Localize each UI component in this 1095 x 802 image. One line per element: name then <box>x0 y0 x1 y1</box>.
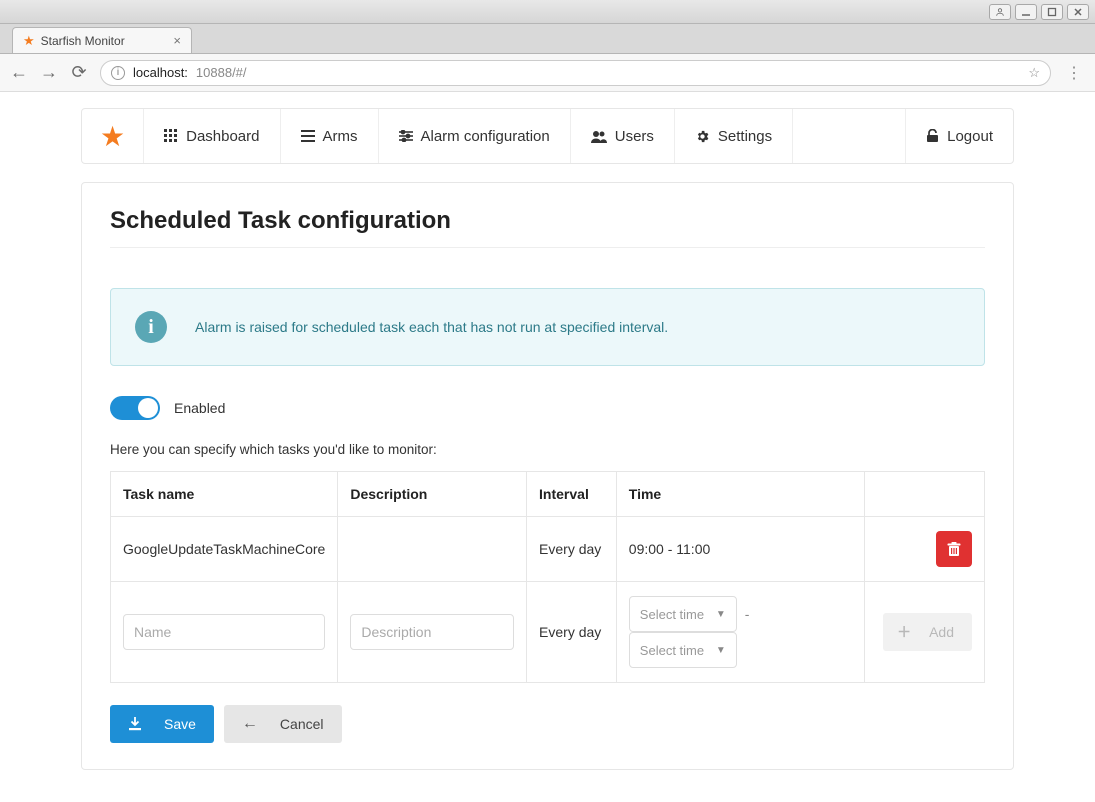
save-label: Save <box>164 716 196 732</box>
delete-button[interactable] <box>936 531 972 567</box>
nav-dashboard[interactable]: Dashboard <box>144 109 280 163</box>
new-task-time-from[interactable]: Select time ▼ <box>629 596 737 632</box>
th-time: Time <box>616 472 864 517</box>
reload-button[interactable]: ⟳ <box>70 62 88 83</box>
viewport: ★ Dashboard Arms Alarm configuration <box>0 92 1095 802</box>
time-separator: - <box>745 606 750 622</box>
nav-arms[interactable]: Arms <box>281 109 379 163</box>
info-callout: i Alarm is raised for scheduled task eac… <box>110 288 985 366</box>
browser-menu-button[interactable]: ⋮ <box>1063 63 1085 83</box>
tab-close-icon[interactable]: × <box>173 33 181 48</box>
cell-interval: Every day <box>527 517 617 582</box>
nav-label: Users <box>615 128 654 145</box>
th-task-name: Task name <box>111 472 338 517</box>
browser-tabstrip: ★ Starfish Monitor × <box>0 24 1095 54</box>
nav-alarm-config[interactable]: Alarm configuration <box>379 109 571 163</box>
cell-time: 09:00 - 11:00 <box>616 517 864 582</box>
nav-users[interactable]: Users <box>571 109 675 163</box>
new-task-interval: Every day <box>527 582 617 683</box>
logo[interactable]: ★ <box>82 109 144 163</box>
cell-description <box>338 517 527 582</box>
os-maximize-button[interactable] <box>1041 4 1063 20</box>
new-task-time-to[interactable]: Select time ▼ <box>629 632 737 668</box>
tasks-table: Task name Description Interval Time Goog… <box>110 471 985 683</box>
info-icon: i <box>111 66 125 80</box>
table-row: GoogleUpdateTaskMachineCore Every day 09… <box>111 517 985 582</box>
url-host: localhost: <box>133 65 188 80</box>
th-interval: Interval <box>527 472 617 517</box>
cancel-label: Cancel <box>280 716 324 732</box>
chevron-down-icon: ▼ <box>716 609 726 620</box>
browser-tab[interactable]: ★ Starfish Monitor × <box>12 27 192 53</box>
nav-label: Arms <box>323 128 358 145</box>
os-close-button[interactable] <box>1067 4 1089 20</box>
help-text: Here you can specify which tasks you'd l… <box>110 442 985 457</box>
nav-label: Alarm configuration <box>421 128 550 145</box>
th-description: Description <box>338 472 527 517</box>
add-label: Add <box>929 624 954 640</box>
os-minimize-button[interactable] <box>1015 4 1037 20</box>
back-button[interactable]: ← <box>10 62 28 83</box>
nav-label: Dashboard <box>186 128 259 145</box>
nav-label: Logout <box>947 128 993 145</box>
chevron-down-icon: ▼ <box>716 645 726 656</box>
th-actions <box>865 472 985 517</box>
address-bar[interactable]: i localhost: 10888/#/ ☆ <box>100 60 1051 86</box>
time-placeholder: Select time <box>640 607 704 622</box>
nav-logout[interactable]: Logout <box>906 109 1013 163</box>
tab-title: Starfish Monitor <box>41 34 125 48</box>
grid-icon <box>164 129 178 143</box>
cancel-button[interactable]: ← Cancel <box>224 705 342 743</box>
page-title: Scheduled Task configuration <box>110 207 985 248</box>
star-icon: ★ <box>23 33 35 49</box>
save-button[interactable]: Save <box>110 705 214 743</box>
callout-text: Alarm is raised for scheduled task each … <box>195 319 668 335</box>
os-titlebar <box>0 0 1095 24</box>
unlock-icon <box>926 129 939 143</box>
os-user-button[interactable] <box>989 4 1011 20</box>
time-placeholder: Select time <box>640 643 704 658</box>
footer-buttons: Save ← Cancel <box>110 705 985 743</box>
browser-toolbar: ← → ⟳ i localhost: 10888/#/ ☆ ⋮ <box>0 54 1095 92</box>
toggle-label: Enabled <box>174 400 225 416</box>
arrow-left-icon: ← <box>242 715 258 733</box>
table-new-row: Every day Select time ▼ - Select time ▼ <box>111 582 985 683</box>
url-path: 10888/#/ <box>196 65 247 80</box>
new-task-desc-input[interactable] <box>350 614 514 650</box>
info-icon: i <box>135 311 167 343</box>
nav-spacer <box>793 109 906 163</box>
trash-icon <box>947 542 961 557</box>
bookmark-star-icon[interactable]: ☆ <box>1028 65 1040 81</box>
star-icon: ★ <box>100 120 125 153</box>
forward-button[interactable]: → <box>40 62 58 83</box>
nav-settings[interactable]: Settings <box>675 109 793 163</box>
download-icon <box>128 717 142 731</box>
users-icon <box>591 130 607 143</box>
enabled-toggle[interactable] <box>110 396 160 420</box>
new-task-name-input[interactable] <box>123 614 325 650</box>
sliders-icon <box>399 130 413 142</box>
nav-label: Settings <box>718 128 772 145</box>
add-button[interactable]: ＋ Add <box>883 613 972 651</box>
cell-task-name: GoogleUpdateTaskMachineCore <box>111 517 338 582</box>
gear-icon <box>695 129 710 144</box>
app-navbar: ★ Dashboard Arms Alarm configuration <box>81 108 1014 164</box>
list-icon <box>301 130 315 142</box>
enabled-toggle-row: Enabled <box>110 396 985 420</box>
plus-icon: ＋ <box>897 622 911 642</box>
content-panel: Scheduled Task configuration i Alarm is … <box>81 182 1014 770</box>
